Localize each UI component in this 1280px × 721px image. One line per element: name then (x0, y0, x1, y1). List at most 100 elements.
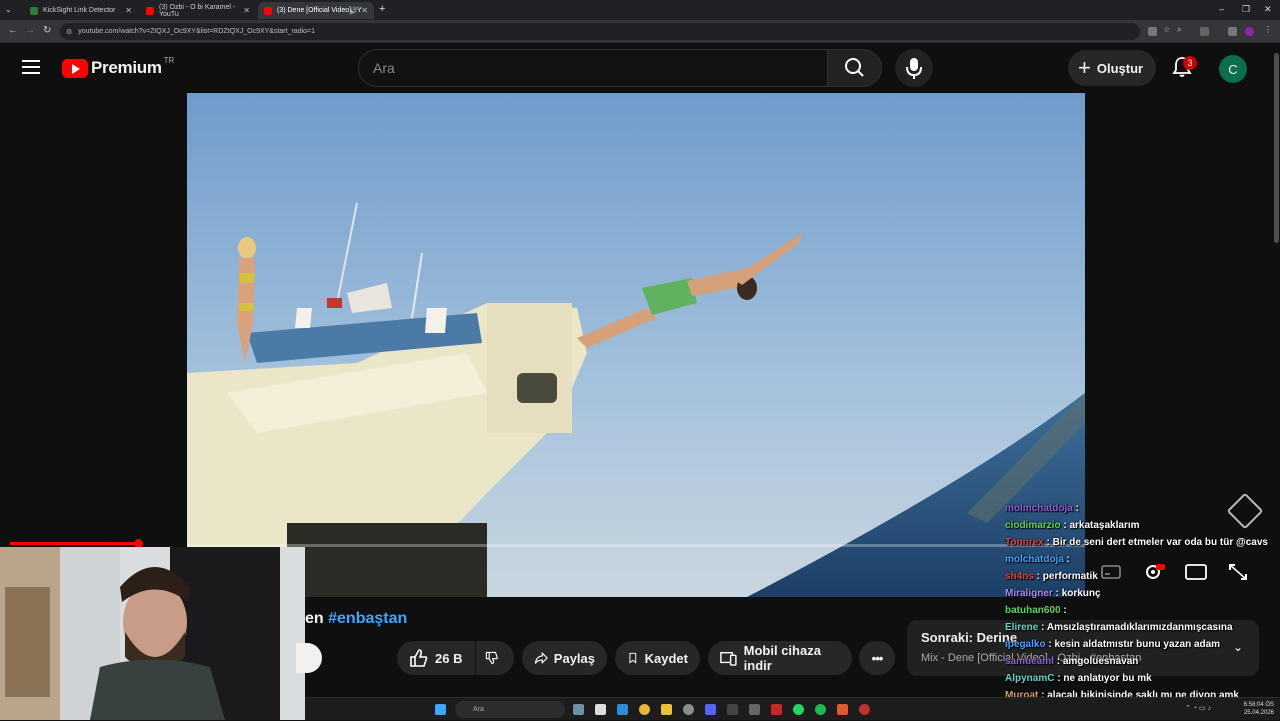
browser-tab-strip: ⌄ KickSight Link Detector ✕ (3) Ozbi - O… (0, 0, 1280, 20)
hamburger-menu-icon[interactable] (22, 60, 40, 74)
youtube-header: Premium TR + Oluştur C (0, 43, 1280, 93)
edge-icon[interactable] (617, 704, 628, 715)
taskbar-app-icon[interactable] (859, 704, 870, 715)
video-player[interactable] (187, 93, 1085, 597)
chat-text: korkunç (1061, 588, 1101, 599)
save-button[interactable]: Kaydet (615, 641, 700, 675)
forward-icon[interactable]: → (25, 25, 35, 36)
extensions-icon[interactable] (1200, 27, 1209, 36)
share-label: Paylaş (553, 650, 595, 666)
download-icon[interactable] (1228, 27, 1237, 36)
brand-name: Premium (91, 58, 162, 77)
browser-tab-0[interactable]: KickSight Link Detector ✕ (24, 2, 138, 19)
task-view-icon[interactable] (595, 704, 606, 715)
browser-tab-1[interactable]: (3) Ozbi - O bi Karamel - YouTu ✕ (140, 2, 256, 19)
video-progress-bar[interactable] (187, 544, 1085, 547)
notification-count-badge: 3 (1183, 56, 1197, 70)
tab-close-icon[interactable]: ✕ (243, 6, 250, 15)
bookmark-icon (629, 652, 637, 664)
file-explorer-icon[interactable] (661, 704, 672, 715)
taskbar-search-label: Ara (473, 706, 484, 713)
chat-separator: : (1052, 588, 1062, 599)
taskbar-app-icon[interactable] (683, 704, 694, 715)
tab-close-icon[interactable]: ✕ (125, 6, 132, 15)
cast-icon[interactable] (1148, 27, 1157, 36)
new-tab-icon[interactable]: + (379, 3, 385, 15)
chat-text: performatik (1042, 571, 1098, 582)
site-info-icon[interactable]: ⚙ (66, 28, 72, 36)
chat-username[interactable]: sh4ns (1005, 571, 1034, 582)
chat-username[interactable]: ipegalko (1005, 639, 1046, 650)
like-button[interactable]: 26 B (397, 641, 475, 675)
reload-icon[interactable]: ↻ (43, 25, 51, 36)
avatar-letter: C (1228, 61, 1238, 77)
chat-username[interactable]: samueaml (1005, 656, 1054, 667)
tab-list-icon[interactable]: ⌄ (5, 5, 12, 14)
share-icon (534, 651, 548, 665)
voice-search-button[interactable] (895, 49, 933, 87)
whatsapp-icon[interactable] (793, 704, 804, 715)
chat-username[interactable]: Miraligner (1005, 588, 1053, 599)
taskbar-app-icon[interactable] (727, 704, 738, 715)
scrollbar-thumb[interactable] (1274, 53, 1279, 243)
browser-tab-2[interactable]: (3) Dene [Official Video] - Y 🔊 ✕ (258, 2, 374, 19)
youtube-premium-logo[interactable]: Premium TR (62, 56, 174, 78)
title-hashtag-link[interactable]: #enbaştan (328, 610, 407, 627)
close-window-icon[interactable]: ✕ (1264, 4, 1272, 15)
create-button[interactable]: + Oluştur (1068, 50, 1156, 86)
discord-icon[interactable] (705, 704, 716, 715)
webcam-overlay (0, 547, 305, 720)
chat-username[interactable]: molmchatdoja (1005, 503, 1073, 514)
chat-separator: : (1033, 571, 1043, 582)
taskbar-app-icon[interactable] (749, 704, 760, 715)
tab-close-icon[interactable]: ✕ (361, 6, 368, 15)
chat-message: molmchatdoja : (1005, 500, 1280, 517)
chat-username[interactable]: AlpynamC (1005, 673, 1054, 684)
spotify-icon[interactable] (815, 704, 826, 715)
profile-avatar-icon[interactable] (1245, 27, 1254, 36)
chat-message: sh4ns : performatik (1005, 568, 1280, 585)
maximize-icon[interactable]: ❐ (1242, 4, 1250, 15)
title-fragment: en (305, 610, 329, 627)
search-input[interactable] (359, 50, 827, 86)
mobile-download-button[interactable]: Mobil cihaza indir (708, 641, 852, 675)
chat-username[interactable]: ciodimarzio (1005, 520, 1061, 531)
subscribe-button[interactable] (296, 643, 322, 673)
taskbar-clock[interactable]: 6:58:04 ÖS 25.04.2026 (1244, 701, 1274, 717)
bookmark-star-icon[interactable]: ☆ (1163, 25, 1172, 34)
chat-separator: : (1054, 673, 1064, 684)
progress-scrubber-handle[interactable] (10, 542, 140, 545)
more-actions-button[interactable]: ••• (859, 641, 895, 675)
thumbs-down-icon (485, 651, 498, 665)
url-field[interactable]: ⚙ youtube.com/watch?v=ZtQXJ_Oc9XY&list=R… (60, 23, 1140, 40)
chat-username[interactable]: molchatdoja (1005, 554, 1064, 565)
chat-text: ne anlatıyor bu mk (1063, 673, 1152, 684)
tab-title: KickSight Link Detector (43, 7, 116, 14)
chat-username[interactable]: Elirene (1005, 622, 1038, 633)
share-button[interactable]: Paylaş (522, 641, 607, 675)
chat-separator: : (1043, 537, 1053, 548)
taskbar-app-icon[interactable] (771, 704, 782, 715)
chat-message: molchatdoja : (1005, 551, 1280, 568)
minimize-icon[interactable]: – (1219, 4, 1224, 14)
chrome-icon[interactable] (639, 704, 650, 715)
save-label: Kaydet (644, 650, 688, 666)
chat-username[interactable]: Tonnrex (1005, 537, 1044, 548)
chat-separator: : (1072, 503, 1079, 514)
taskbar-app-icon[interactable] (573, 704, 584, 715)
chat-username[interactable]: batuhan600 (1005, 605, 1061, 616)
browser-menu-icon[interactable]: ⋮ (1264, 25, 1273, 34)
search-button[interactable] (827, 49, 882, 87)
windows-taskbar: Ara ⌃ ◔ ▭ ♪ 6:58:04 ÖS 25.04.2026 (305, 697, 1280, 720)
audio-playing-icon[interactable]: 🔊 (349, 7, 358, 15)
taskbar-search-box[interactable]: Ara (455, 701, 565, 718)
dislike-button[interactable] (476, 641, 514, 675)
back-icon[interactable]: ← (8, 25, 18, 36)
page-scrollbar[interactable] (1273, 43, 1280, 697)
zoom-icon[interactable]: ⌕ (1177, 25, 1186, 34)
system-tray-icons[interactable]: ⌃ ◔ ▭ ♪ (1185, 704, 1211, 712)
taskbar-app-icon[interactable] (837, 704, 848, 715)
windows-start-icon[interactable] (435, 704, 446, 715)
chat-message: Tonnrex : Bir de seni dert etmeler var o… (1005, 534, 1280, 551)
account-avatar[interactable]: C (1219, 55, 1247, 83)
